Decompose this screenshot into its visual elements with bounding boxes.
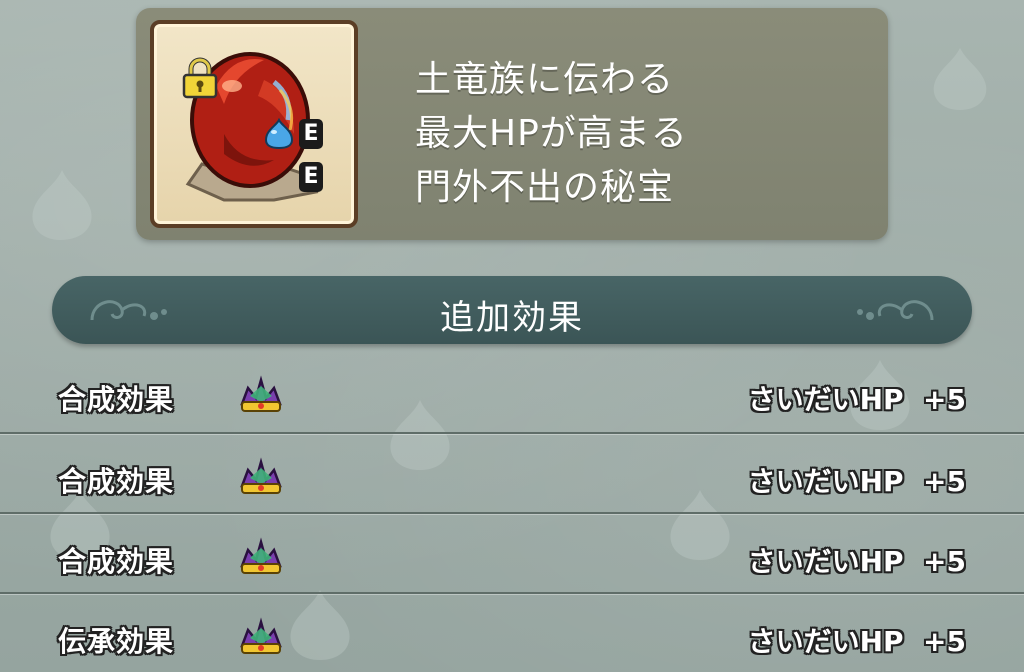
slime-icon [264, 117, 294, 150]
row-divider [0, 432, 1024, 434]
effect-value: さいだいHP +5 [747, 625, 966, 658]
effect-label: 伝承効果 [58, 625, 175, 658]
row-divider [0, 512, 1024, 514]
effect-value: さいだいHP +5 [747, 383, 966, 416]
additional-effects-banner: 追加効果 [52, 276, 972, 344]
item-description-line-2: 最大HPが高まる [415, 113, 688, 154]
crown-icon [240, 375, 282, 412]
crown-icon [240, 537, 282, 574]
additional-effects-title: 追加効果 [440, 298, 584, 338]
item-description-line-1: 土竜族に伝わる [415, 59, 675, 100]
right-swirl-ornament [857, 300, 934, 321]
item-icon-frame[interactable]: E E [150, 20, 358, 228]
crown-icon [240, 617, 282, 654]
row-divider [0, 592, 1024, 594]
equipped-badge-top: E [299, 119, 323, 149]
effect-row: 伝承効果 さいだいHP +5 [0, 600, 1024, 672]
effect-value: さいだいHP +5 [747, 545, 966, 578]
effect-value: さいだいHP +5 [747, 465, 966, 498]
lock-icon [182, 57, 218, 99]
effect-label: 合成効果 [58, 383, 175, 416]
item-detail-screen: E E 土竜族に伝わる 最大HPが高まる 門外不出の秘宝 追加効果 合成効果 さ… [0, 0, 1024, 672]
crown-icon [240, 457, 282, 494]
effect-label: 合成効果 [58, 465, 175, 498]
effect-row: 合成効果 さいだいHP +5 [0, 440, 1024, 520]
item-description-line-3: 門外不出の秘宝 [415, 167, 675, 208]
equipped-badge-bottom: E [299, 162, 323, 192]
red-dragon-gem-icon [185, 52, 319, 202]
effect-row: 合成効果 さいだいHP +5 [0, 520, 1024, 600]
effect-row: 合成効果 さいだいHP +5 [0, 358, 1024, 438]
effect-label: 合成効果 [58, 545, 175, 578]
